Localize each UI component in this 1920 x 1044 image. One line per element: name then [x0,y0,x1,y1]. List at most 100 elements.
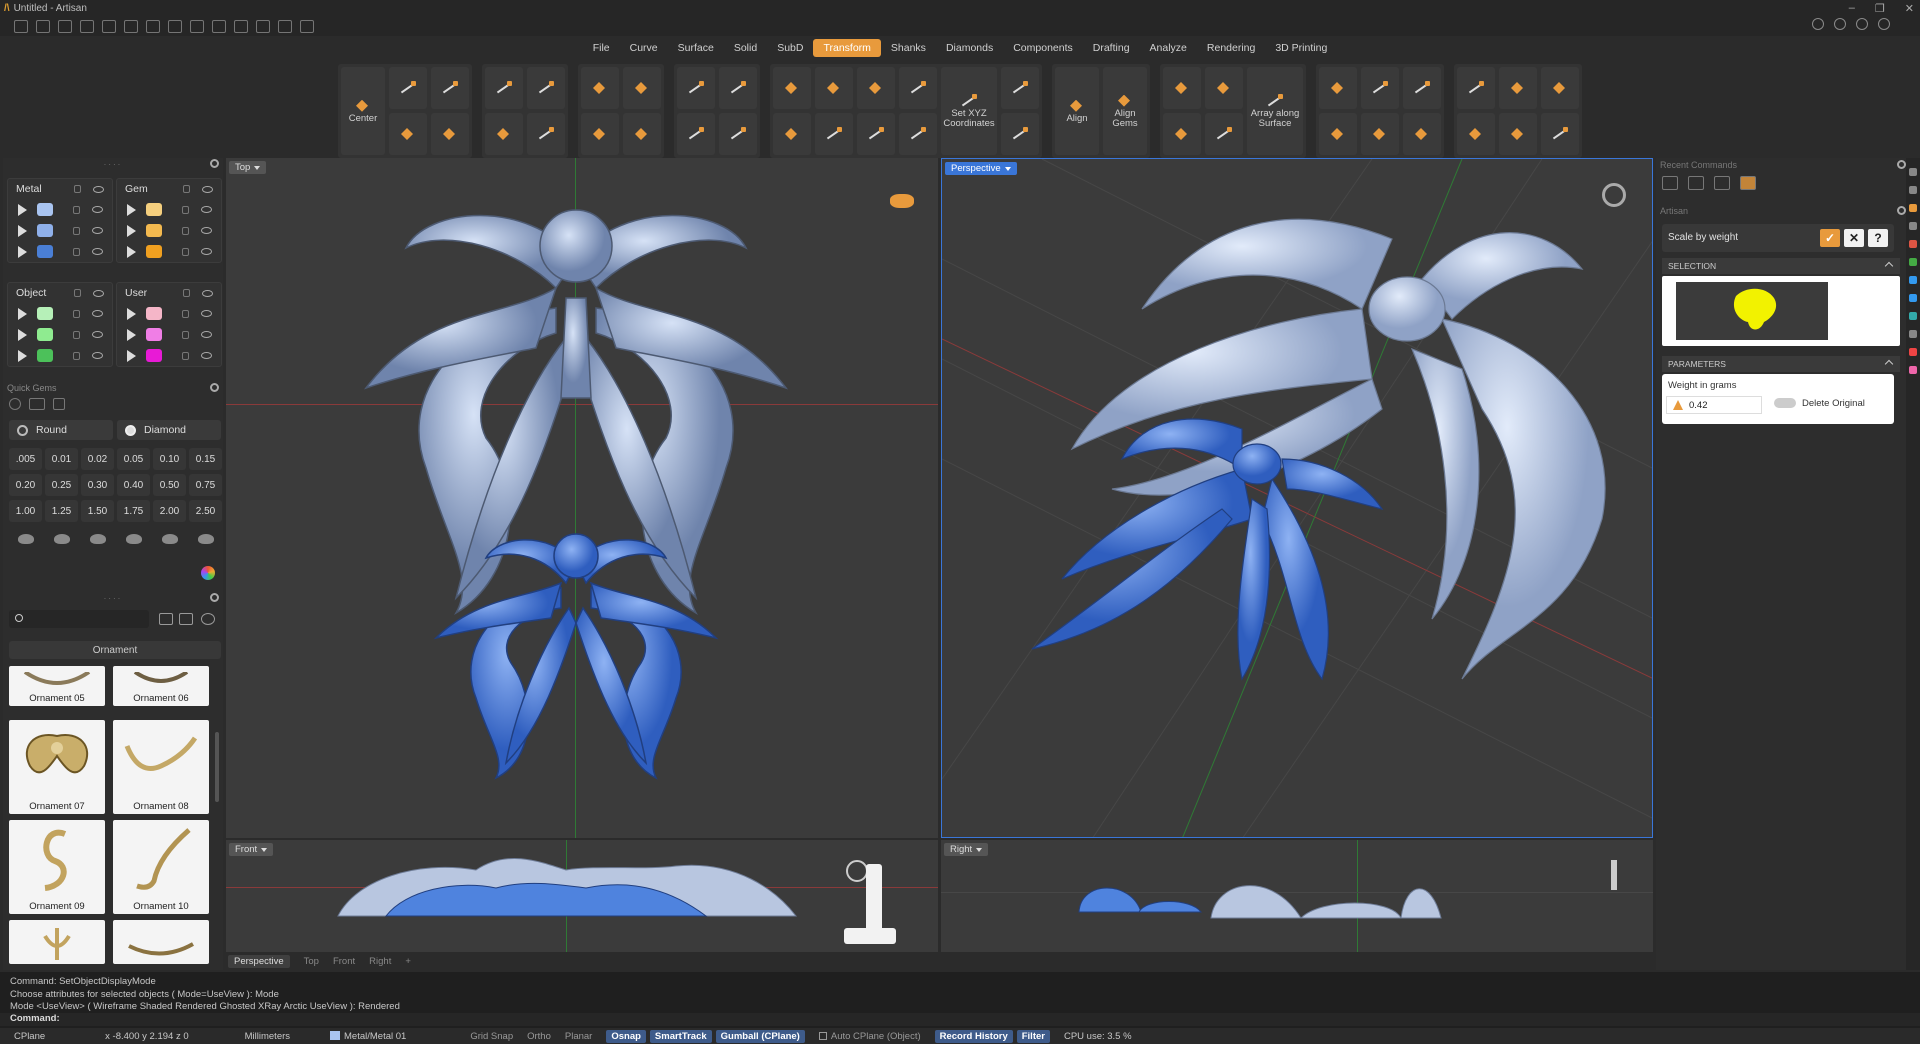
cage-edit-4-button[interactable] [1499,113,1537,155]
eye-icon[interactable] [92,206,103,213]
box-edit-button[interactable] [623,67,661,109]
bend-button[interactable] [773,67,811,109]
orient-3pt-button[interactable] [857,67,895,109]
deform-6-button[interactable] [1403,113,1441,155]
lock-icon[interactable] [73,351,80,360]
gem-size-button[interactable]: 0.15 [189,448,222,470]
cancel-button[interactable]: ✕ [1844,229,1864,247]
panel-icon[interactable] [1909,312,1917,320]
tab-analyze[interactable]: Analyze [1140,39,1197,57]
gear-icon[interactable] [1897,160,1906,169]
gem-size-button[interactable]: .005 [9,448,42,470]
layer-row[interactable] [8,345,112,366]
viewport-top[interactable]: Top [226,158,938,838]
eye-icon[interactable] [201,352,212,359]
view-cube-toolbar[interactable] [866,864,882,934]
current-layer[interactable]: Metal/Metal 01 [330,1030,406,1042]
layer-color-swatch[interactable] [37,203,53,216]
eye-icon[interactable] [202,185,213,193]
selection-preview[interactable] [1662,276,1900,346]
play-icon[interactable] [18,349,27,362]
gem-size-button[interactable]: 0.10 [153,448,186,470]
panel-icon[interactable] [1909,204,1917,212]
play-icon[interactable] [127,224,136,237]
gem-size-button[interactable]: 0.25 [45,474,78,496]
layer-row[interactable] [8,241,112,262]
tab-drafting[interactable]: Drafting [1083,39,1140,57]
play-icon[interactable] [18,307,27,320]
gem-size-button[interactable]: 1.50 [81,500,114,522]
rotate-button[interactable] [431,67,469,109]
library-item[interactable]: Ornament 05 [9,666,105,706]
gem-pick-icon[interactable] [53,398,65,410]
tab-transform[interactable]: Transform [813,39,881,57]
scale-2d-button[interactable] [527,67,565,109]
tab-3d-printing[interactable]: 3D Printing [1265,39,1337,57]
scale-1d-button[interactable] [485,113,523,155]
tab-file[interactable]: File [583,39,620,57]
mirror-axis-button[interactable] [677,113,715,155]
layer-color-swatch[interactable] [37,349,53,362]
delete-original-toggle[interactable] [1774,398,1796,408]
gear-icon[interactable] [210,383,219,392]
planar-toggle[interactable]: Planar [565,1031,592,1042]
add-viewport-icon[interactable]: + [405,956,411,967]
ortho-toggle[interactable]: Ortho [527,1031,551,1042]
ring-icon[interactable] [1740,176,1756,190]
array-rect-button[interactable] [1205,67,1243,109]
panel-icon[interactable] [1909,240,1917,248]
gem-settings-icon[interactable] [9,398,21,410]
play-icon[interactable] [18,245,27,258]
panel-icon[interactable] [1909,348,1917,356]
deform-5-button[interactable] [1403,67,1441,109]
help-button[interactable]: ? [1868,229,1888,247]
tab-shanks[interactable]: Shanks [881,39,936,57]
select-icon[interactable] [212,19,226,33]
cage-edit-3-button[interactable] [1499,67,1537,109]
deform-button[interactable] [1319,67,1357,109]
orient-curve-button[interactable] [857,113,895,155]
navigation-toolbar[interactable] [844,928,896,944]
settings-icon[interactable] [1878,18,1890,30]
lock-icon[interactable] [182,309,189,318]
export-icon[interactable] [190,19,204,33]
viewport-front-label[interactable]: Front [229,843,274,856]
library-search-input[interactable] [9,610,149,628]
layer-color-swatch[interactable] [146,307,162,320]
ring-gizmo-icon[interactable] [846,860,868,882]
eye-icon[interactable] [93,185,104,193]
lock-icon[interactable] [73,309,80,318]
library-item[interactable]: Ornament 06 [113,666,209,706]
layer-color-swatch[interactable] [37,328,53,341]
lock-icon[interactable] [182,330,189,339]
layer-color-swatch[interactable] [37,307,53,320]
bend-2-button[interactable] [773,113,811,155]
library-item[interactable]: Ornament 08 [113,720,209,814]
tools-icon[interactable] [300,19,314,33]
gem-toggle-icon[interactable] [29,398,45,410]
undo-icon[interactable] [102,19,116,33]
eye-icon[interactable] [92,352,103,359]
play-icon[interactable] [127,328,136,341]
gem-size-button[interactable]: 2.50 [189,500,222,522]
gumball-align-button[interactable] [581,113,619,155]
play-icon[interactable] [18,224,27,237]
library-scrollbar[interactable] [215,732,219,802]
open-folder-icon[interactable] [1662,176,1678,190]
command-prompt[interactable]: Command: [0,1013,1920,1026]
units-indicator[interactable]: Millimeters [245,1031,290,1042]
viewport-perspective[interactable]: Perspective [941,158,1653,838]
cube-icon[interactable] [1834,18,1846,30]
lock-icon[interactable] [182,205,189,214]
new-template-icon[interactable] [36,19,50,33]
lock-icon[interactable] [74,289,81,297]
record-history-toggle[interactable]: Record History [934,1029,1013,1043]
viewport-top-label[interactable]: Top [229,161,267,174]
scale-button[interactable] [485,67,523,109]
gem-setting-button[interactable] [9,528,42,550]
array-curve-button[interactable] [1205,113,1243,155]
cage-edit-2-button[interactable] [1457,113,1495,155]
layer-row[interactable] [8,303,112,324]
library-item[interactable]: Ornament 09 [9,820,105,914]
gem-setting-button[interactable] [81,528,114,550]
